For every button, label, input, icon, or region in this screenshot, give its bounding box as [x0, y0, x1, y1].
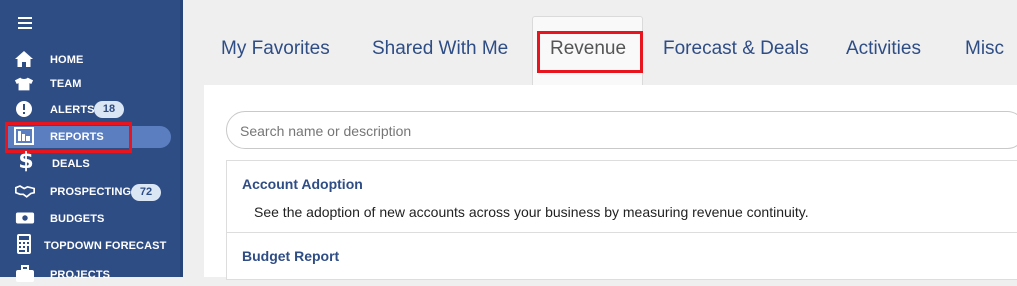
search-placeholder: Search name or description	[240, 123, 412, 139]
sidebar-item-label: BUDGETS	[50, 213, 105, 225]
sidebar-item-label: PROSPECTING	[50, 186, 132, 198]
sidebar-item-projects[interactable]: PROJECTS	[0, 262, 180, 286]
row-divider	[226, 232, 1017, 233]
dollar-icon: $	[18, 148, 34, 174]
revenue-highlight-box	[537, 31, 643, 73]
alert-icon	[14, 99, 34, 119]
search-input[interactable]: Search name or description	[226, 111, 1017, 149]
sidebar-item-label: DEALS	[52, 158, 90, 170]
sidebar-item-budgets[interactable]: BUDGETS	[0, 207, 180, 231]
sidebar-item-label: TEAM	[50, 78, 82, 90]
money-icon	[15, 208, 35, 228]
hamburger-icon[interactable]	[18, 17, 32, 29]
shirt-icon	[14, 74, 34, 94]
alerts-count-badge: 18	[94, 101, 124, 118]
sidebar-item-home[interactable]: HOME	[0, 48, 180, 72]
tab-my-favorites[interactable]: My Favorites	[221, 38, 330, 60]
sidebar-item-alerts[interactable]: ALERTS 18	[0, 98, 180, 122]
report-title[interactable]: Account Adoption	[242, 176, 363, 192]
sidebar-item-label: PROJECTS	[50, 269, 111, 281]
sidebar-item-label: TOPDOWN FORECAST	[44, 240, 167, 252]
report-description: See the adoption of new accounts across …	[254, 204, 809, 220]
sidebar-item-team[interactable]: TEAM	[0, 72, 180, 96]
report-title[interactable]: Budget Report	[242, 248, 339, 264]
handshake-icon	[15, 181, 35, 201]
home-icon	[14, 49, 34, 69]
tab-shared-with-me[interactable]: Shared With Me	[372, 38, 508, 60]
sidebar-item-deals[interactable]: $ DEALS	[0, 148, 180, 175]
prospecting-count-badge: 72	[131, 184, 161, 201]
sidebar-item-prospecting[interactable]: PROSPECTING 72	[0, 180, 180, 204]
tab-activities[interactable]: Activities	[846, 38, 921, 60]
briefcase-icon	[15, 264, 35, 284]
tab-misc[interactable]: Misc	[965, 38, 1004, 60]
tab-forecast-deals[interactable]: Forecast & Deals	[663, 38, 809, 60]
sidebar-item-topdown-forecast[interactable]: TOPDOWN FORECAST	[0, 234, 180, 258]
calculator-icon	[14, 234, 34, 254]
sidebar-item-label: ALERTS	[50, 104, 95, 116]
sidebar-edge	[180, 0, 183, 277]
sidebar-item-label: HOME	[50, 54, 84, 66]
